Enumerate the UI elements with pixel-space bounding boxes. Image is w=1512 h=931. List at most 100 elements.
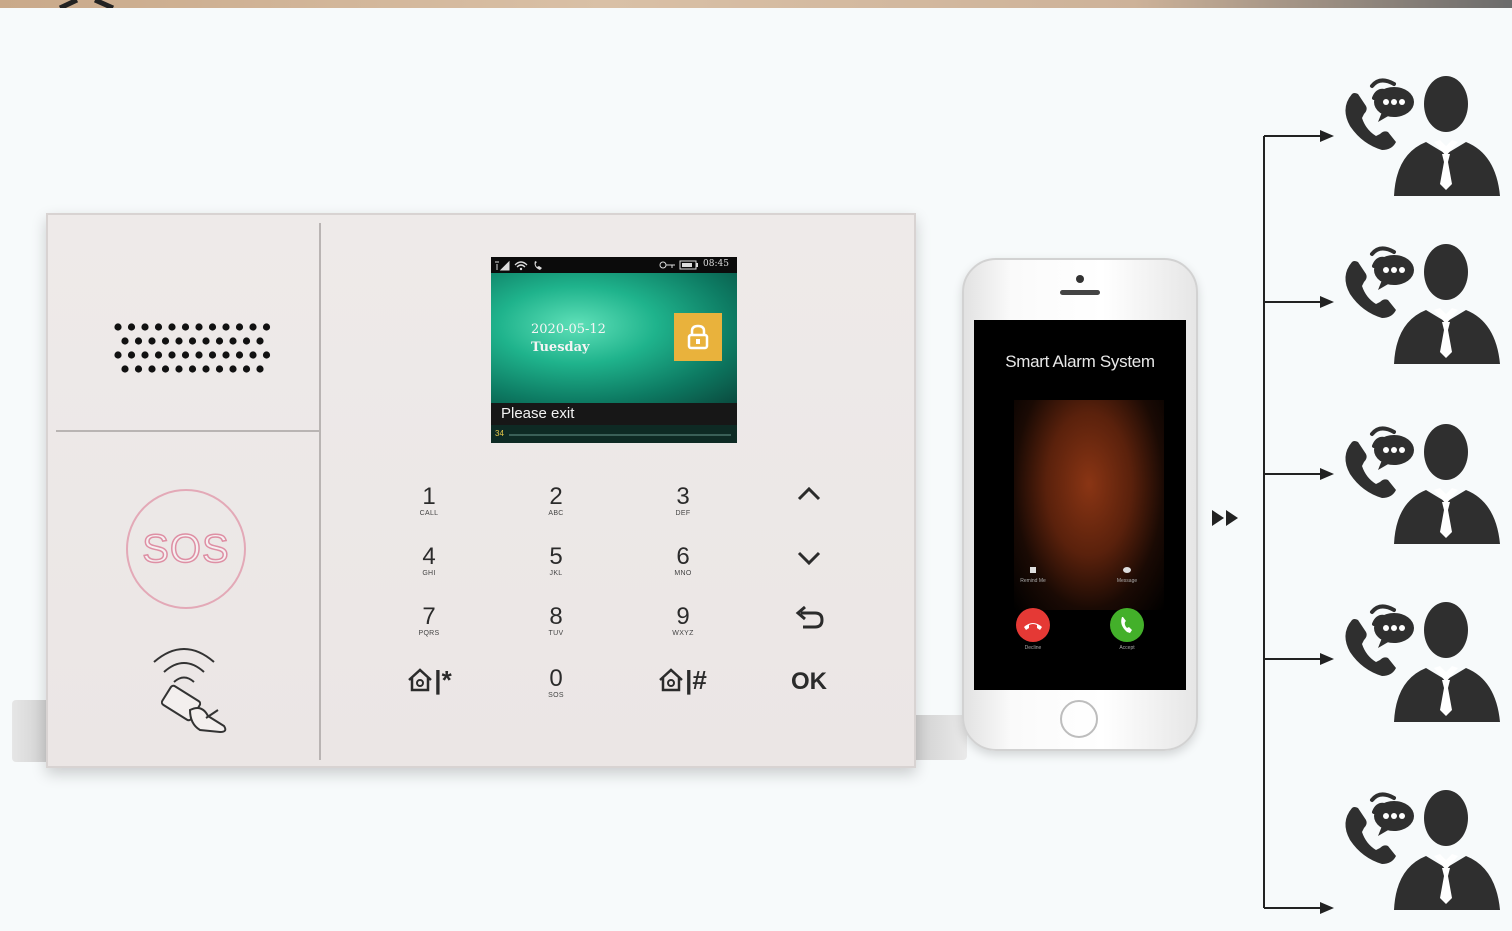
key-5[interactable]: 5 JKL xyxy=(526,545,586,599)
lcd-date: 2020-05-12 xyxy=(531,322,606,337)
speaker-hole xyxy=(222,323,230,331)
key-letters: JKL xyxy=(549,570,563,577)
key-number: 7 xyxy=(422,603,436,630)
caller-name: Smart Alarm System xyxy=(1005,352,1155,371)
key-number: 0 xyxy=(549,665,563,692)
key-number: 4 xyxy=(422,543,436,570)
speaker-hole xyxy=(181,351,190,359)
key-number: 6 xyxy=(676,543,690,570)
accept-label: Accept xyxy=(1119,645,1135,651)
key-6[interactable]: 6 MNO xyxy=(653,545,713,599)
speaker-hole xyxy=(195,323,203,331)
person-call-icon xyxy=(1345,602,1500,722)
key-home-hash[interactable]: |# xyxy=(646,665,718,719)
back-arrow-icon xyxy=(795,605,824,629)
key-number: 9 xyxy=(676,603,690,630)
lcd-message: Please exit xyxy=(491,403,737,425)
speaker-hole xyxy=(114,351,122,359)
home-button[interactable] xyxy=(1060,700,1098,738)
key-ok[interactable]: OK xyxy=(779,667,839,721)
speaker-hole xyxy=(134,337,143,345)
speaker-hole xyxy=(121,365,129,373)
speaker-hole xyxy=(161,365,170,373)
decline-call-button[interactable] xyxy=(1016,608,1050,642)
speaker-hole xyxy=(242,337,251,345)
speaker-hole xyxy=(202,337,210,345)
contact-4 xyxy=(1338,598,1506,722)
double-arrow-icon xyxy=(1212,510,1238,526)
contact-5 xyxy=(1338,786,1506,910)
incoming-call-screen: Smart Alarm System Remind Me Message Dec… xyxy=(974,320,1186,690)
key-2[interactable]: 2 ABC xyxy=(526,485,586,539)
key-down[interactable] xyxy=(779,547,839,601)
person-call-icon xyxy=(1345,76,1500,196)
key-letters: ABC xyxy=(548,510,564,517)
lcd-date-block: 2020-05-12 Tuesday xyxy=(531,321,606,357)
key-number: 1 xyxy=(422,483,436,510)
key-back[interactable] xyxy=(779,605,839,659)
lcd-status-bar: 08:45 xyxy=(491,257,737,273)
key-letters: MNO xyxy=(674,570,692,577)
alarm-control-panel: SOS 08:45 2020-05-12 Tuesday Please exit… xyxy=(46,213,916,768)
remind-me-label: Remind Me xyxy=(1020,578,1046,584)
speaker-hole xyxy=(127,351,136,359)
home-star-label: |* xyxy=(393,665,465,695)
countdown-progress xyxy=(509,434,731,436)
notification-tree-lines xyxy=(1263,130,1334,914)
lock-icon xyxy=(687,324,709,350)
speaker-hole xyxy=(141,351,149,359)
key-letters: GHI xyxy=(422,570,436,577)
key-1[interactable]: 1 CALL xyxy=(399,485,459,539)
speaker-hole xyxy=(215,337,224,345)
key-4[interactable]: 4 GHI xyxy=(399,545,459,599)
speaker-hole xyxy=(229,365,237,373)
key-letters: TUV xyxy=(548,630,564,637)
speaker-hole xyxy=(235,323,244,331)
key-7[interactable]: 7 PQRS xyxy=(399,605,459,659)
lcd-background: 2020-05-12 Tuesday xyxy=(491,273,737,403)
key-0[interactable]: 0 SOS xyxy=(526,667,586,721)
speaker-hole xyxy=(127,323,136,331)
phone-hangup-icon xyxy=(1024,623,1042,630)
speaker-grille-icon xyxy=(114,323,271,373)
speaker-hole xyxy=(188,337,197,345)
speaker-hole xyxy=(242,365,251,373)
person-call-icon xyxy=(1345,244,1500,364)
speaker-hole xyxy=(208,351,217,359)
panel-divider xyxy=(319,223,321,760)
speaker-hole xyxy=(141,323,149,331)
speaker-hole xyxy=(148,365,156,373)
speaker-hole xyxy=(154,323,163,331)
key-letters: DEF xyxy=(675,510,691,517)
contact-2 xyxy=(1338,240,1506,364)
key-9[interactable]: 9 WXYZ xyxy=(653,605,713,659)
lock-status-tile xyxy=(674,313,722,361)
message-label: Message xyxy=(1116,578,1138,584)
key-number: 8 xyxy=(549,603,563,630)
rfid-card-reader-icon xyxy=(153,648,227,734)
key-letters: WXYZ xyxy=(672,630,694,637)
chevron-up-icon xyxy=(797,486,821,501)
lcd-countdown-bar: 34 xyxy=(491,425,737,443)
key-home-star[interactable]: |* xyxy=(393,665,465,719)
key-letters: SOS xyxy=(548,692,564,699)
speaker-hole xyxy=(249,351,257,359)
lcd-countdown: 34 xyxy=(495,429,504,438)
person-call-icon xyxy=(1345,790,1500,910)
accept-call-button[interactable] xyxy=(1110,608,1144,642)
speaker-hole xyxy=(188,365,197,373)
panel-shadow xyxy=(912,715,967,760)
message-icon xyxy=(1123,567,1131,573)
key-number: 3 xyxy=(676,483,690,510)
key-3[interactable]: 3 DEF xyxy=(653,485,713,539)
speaker-hole xyxy=(114,323,122,331)
signal-wifi-phone-icon xyxy=(495,260,542,271)
speaker-hole xyxy=(222,351,230,359)
key-battery-icon xyxy=(659,260,698,270)
key-up[interactable] xyxy=(779,483,839,537)
key-letters: CALL xyxy=(419,510,439,517)
home-icon xyxy=(408,668,433,692)
key-8[interactable]: 8 TUV xyxy=(526,605,586,659)
sos-button[interactable]: SOS xyxy=(126,489,246,609)
speaker-hole xyxy=(262,323,271,331)
